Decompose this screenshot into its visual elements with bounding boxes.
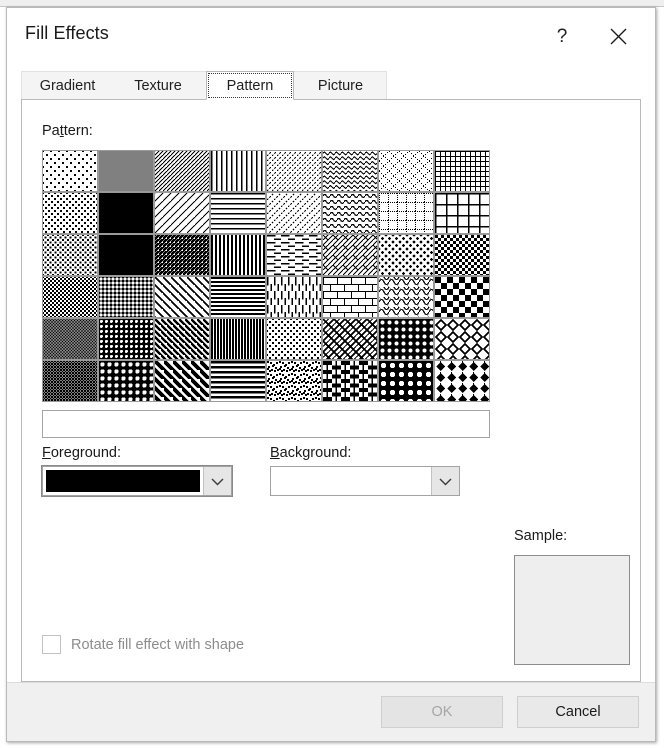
pattern-swatch[interactable]	[434, 360, 490, 402]
rotate-fill-effect-checkbox	[42, 635, 61, 654]
pattern-swatch[interactable]	[154, 276, 210, 318]
tab-texture-label: Texture	[134, 77, 182, 94]
pattern-swatch[interactable]	[266, 234, 322, 276]
pattern-swatch[interactable]	[210, 192, 266, 234]
sample-preview	[514, 555, 630, 665]
pattern-swatch[interactable]	[378, 318, 434, 360]
pattern-swatch[interactable]	[322, 360, 378, 402]
help-button[interactable]: ?	[539, 16, 585, 56]
pattern-swatch[interactable]	[98, 318, 154, 360]
pattern-swatch[interactable]	[98, 192, 154, 234]
close-icon	[609, 27, 628, 46]
foreground-label: Foreground:	[42, 445, 121, 461]
pattern-swatch[interactable]	[154, 318, 210, 360]
fill-effects-dialog: Fill Effects ? Gradient Texture Pattern …	[6, 7, 656, 742]
pattern-swatch[interactable]	[434, 318, 490, 360]
pattern-swatch[interactable]	[378, 192, 434, 234]
pattern-swatch[interactable]	[378, 276, 434, 318]
sample-label: Sample:	[514, 528, 568, 544]
pattern-tab-panel: Pattern: Foreground: Background: Sample:…	[21, 99, 641, 682]
pattern-swatch[interactable]	[266, 276, 322, 318]
ok-button-label: OK	[431, 704, 453, 720]
tab-pattern[interactable]: Pattern	[206, 71, 294, 100]
pattern-swatch[interactable]	[378, 234, 434, 276]
close-button[interactable]	[595, 16, 641, 56]
pattern-swatch[interactable]	[154, 150, 210, 192]
pattern-swatch[interactable]	[210, 360, 266, 402]
pattern-swatch[interactable]	[210, 276, 266, 318]
background-color-dropdown[interactable]	[270, 466, 460, 496]
tab-gradient-label: Gradient	[39, 77, 96, 94]
pattern-name-box[interactable]	[42, 410, 490, 438]
pattern-swatch[interactable]	[266, 150, 322, 192]
pattern-swatch[interactable]	[42, 150, 98, 192]
pattern-swatch[interactable]	[42, 192, 98, 234]
pattern-label: Pattern:	[42, 123, 93, 139]
pattern-swatch[interactable]	[98, 150, 154, 192]
cancel-button-label: Cancel	[555, 704, 601, 720]
pattern-swatch[interactable]	[434, 150, 490, 192]
foreground-color-swatch	[46, 470, 200, 492]
pattern-swatch[interactable]	[98, 234, 154, 276]
pattern-swatch[interactable]	[42, 234, 98, 276]
pattern-swatch[interactable]	[154, 360, 210, 402]
pattern-swatch[interactable]	[42, 318, 98, 360]
pattern-swatch[interactable]	[266, 318, 322, 360]
pattern-swatch[interactable]	[210, 150, 266, 192]
screen: Fill Effects ? Gradient Texture Pattern …	[0, 0, 664, 748]
tab-gradient[interactable]: Gradient	[21, 71, 114, 100]
question-mark-icon: ?	[556, 25, 568, 47]
pattern-swatch[interactable]	[378, 360, 434, 402]
pattern-grid[interactable]	[42, 150, 490, 402]
pattern-swatch[interactable]	[434, 192, 490, 234]
pattern-swatch[interactable]	[154, 234, 210, 276]
pattern-swatch[interactable]	[378, 150, 434, 192]
desktop-top-strip	[0, 0, 664, 7]
pattern-swatch[interactable]	[322, 192, 378, 234]
tab-picture[interactable]: Picture	[296, 71, 385, 100]
pattern-swatch[interactable]	[322, 150, 378, 192]
title-bar: Fill Effects ?	[7, 8, 655, 60]
pattern-swatch[interactable]	[42, 360, 98, 402]
tab-texture[interactable]: Texture	[114, 71, 202, 100]
rotate-fill-effect-checkbox-row: Rotate fill effect with shape	[42, 635, 244, 654]
chevron-down-icon[interactable]	[431, 467, 459, 495]
foreground-color-dropdown[interactable]	[41, 465, 233, 497]
cancel-button[interactable]: Cancel	[517, 696, 639, 728]
rotate-fill-effect-label: Rotate fill effect with shape	[71, 636, 245, 653]
tab-pattern-label: Pattern	[226, 77, 274, 94]
tab-picture-label: Picture	[317, 77, 364, 94]
pattern-swatch[interactable]	[210, 234, 266, 276]
background-label: Background:	[270, 445, 352, 461]
dialog-title: Fill Effects	[25, 23, 109, 43]
tab-strip: Gradient Texture Pattern Picture	[21, 71, 641, 100]
pattern-swatch[interactable]	[266, 360, 322, 402]
pattern-swatch[interactable]	[434, 234, 490, 276]
pattern-swatch[interactable]	[154, 192, 210, 234]
background-color-swatch	[274, 470, 428, 492]
pattern-swatch[interactable]	[434, 276, 490, 318]
pattern-swatch[interactable]	[210, 318, 266, 360]
chevron-down-icon[interactable]	[203, 467, 231, 495]
pattern-swatch[interactable]	[98, 360, 154, 402]
ok-button[interactable]: OK	[381, 696, 503, 728]
pattern-swatch[interactable]	[42, 276, 98, 318]
pattern-swatch[interactable]	[98, 276, 154, 318]
pattern-swatch[interactable]	[266, 192, 322, 234]
dialog-button-bar: OK Cancel	[7, 682, 655, 741]
pattern-swatch[interactable]	[322, 234, 378, 276]
pattern-swatch[interactable]	[322, 276, 378, 318]
pattern-swatch[interactable]	[322, 318, 378, 360]
